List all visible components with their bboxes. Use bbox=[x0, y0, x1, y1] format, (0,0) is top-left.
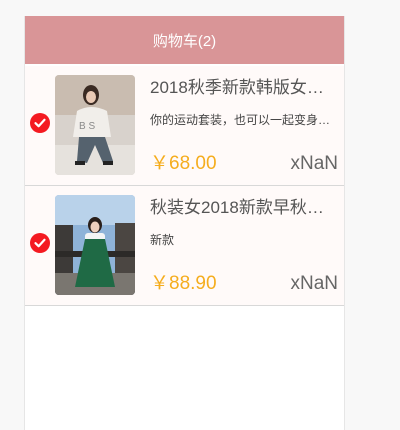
item-title[interactable]: 秋装女2018新款早秋连衣裙背带裙 bbox=[150, 196, 338, 220]
price-row: ￥88.90 xNaN bbox=[150, 271, 338, 297]
item-price: ￥88.90 bbox=[150, 273, 217, 294]
cart-header: 购物车(2) bbox=[25, 16, 344, 64]
check-icon[interactable] bbox=[30, 113, 50, 133]
item-description: 你的运动套装，也可以一起变身时尚单品 bbox=[150, 113, 338, 127]
cart-item[interactable]: B S 2018秋季新款韩版女士卫衣连帽套装 你的运动套装，也可以一起变身时尚单… bbox=[25, 66, 344, 186]
svg-text:B S: B S bbox=[79, 121, 95, 132]
item-description: 新款 bbox=[150, 233, 175, 247]
item-title[interactable]: 2018秋季新款韩版女士卫衣连帽套装 bbox=[150, 76, 338, 100]
item-quantity: xNaN bbox=[290, 273, 338, 294]
item-quantity: xNaN bbox=[290, 153, 338, 174]
page-title: 购物车(2) bbox=[152, 32, 217, 50]
cart-page: 购物车(2) B S 2018秋季新款韩版女士卫 你的运动套装，也可以一起变身时… bbox=[24, 16, 345, 430]
price-row: ￥68.00 xNaN bbox=[150, 151, 338, 177]
item-info: 2018秋季新款韩版女士卫衣连帽套装 你的运动套装，也可以一起变身时尚单品 ￥6… bbox=[150, 76, 338, 177]
cart-item[interactable]: 秋装女2018新款早秋连衣裙背带裙 新款 ￥88.90 xNaN bbox=[25, 186, 344, 306]
check-icon[interactable] bbox=[30, 233, 50, 253]
product-image[interactable]: B S bbox=[55, 75, 135, 175]
item-info: 秋装女2018新款早秋连衣裙背带裙 新款 ￥88.90 xNaN bbox=[150, 196, 338, 297]
product-image[interactable] bbox=[55, 195, 135, 295]
item-price: ￥68.00 bbox=[150, 153, 217, 174]
cart-list: B S 2018秋季新款韩版女士卫衣连帽套装 你的运动套装，也可以一起变身时尚单… bbox=[25, 66, 344, 306]
